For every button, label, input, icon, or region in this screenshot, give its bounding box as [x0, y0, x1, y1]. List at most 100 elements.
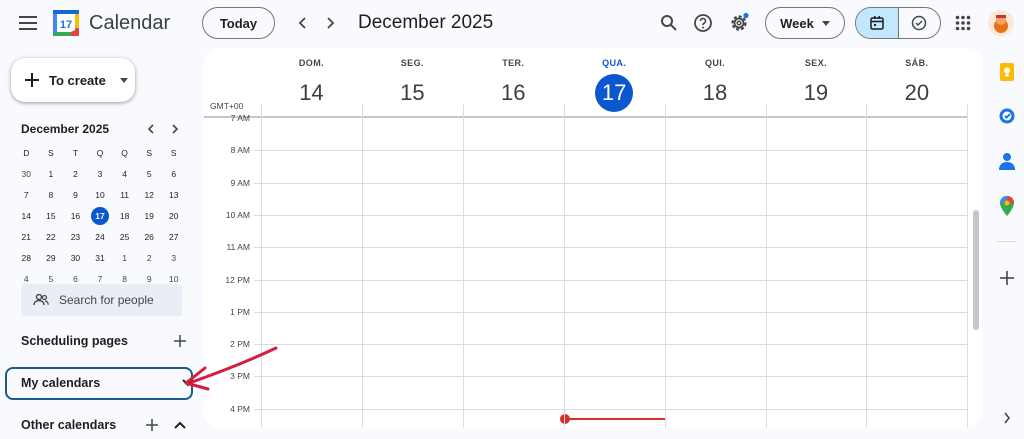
mini-calendar-day[interactable]: 8: [39, 184, 64, 205]
day-number[interactable]: 15: [393, 74, 431, 112]
mini-calendar-day[interactable]: 17: [88, 205, 113, 226]
next-period-icon[interactable]: [317, 10, 343, 36]
view-selector-label: Week: [780, 15, 814, 31]
day-column-divider: [261, 118, 262, 428]
mini-calendar-day-number: 5: [48, 273, 54, 284]
settings-gear-icon[interactable]: [726, 10, 752, 36]
day-number[interactable]: 16: [494, 74, 532, 112]
mini-calendar-day[interactable]: 3: [88, 163, 113, 184]
mini-calendar-day[interactable]: 29: [39, 247, 64, 268]
mini-calendar-day-number: 21: [21, 231, 32, 242]
mini-calendar-day[interactable]: 15: [39, 205, 64, 226]
day-column-divider: [765, 118, 767, 428]
previous-period-icon[interactable]: [290, 10, 316, 36]
mini-calendar-day[interactable]: 11: [112, 184, 137, 205]
calendar-view-icon[interactable]: [856, 8, 899, 38]
mini-calendar-next-icon[interactable]: [166, 120, 184, 138]
mini-calendar-day[interactable]: 2: [137, 247, 162, 268]
day-column-header[interactable]: QUA. 17: [564, 48, 665, 118]
mini-calendar-day[interactable]: 26: [137, 226, 162, 247]
create-button-label: To create: [49, 72, 106, 88]
mini-calendar-day[interactable]: 12: [137, 184, 162, 205]
mini-calendar-day-number: 7: [97, 273, 103, 284]
help-icon[interactable]: [690, 10, 716, 36]
day-name-label: TER.: [502, 58, 525, 68]
mini-calendar-day[interactable]: 27: [161, 226, 186, 247]
mini-calendar-day[interactable]: 4: [112, 163, 137, 184]
mini-calendar-day[interactable]: 16: [63, 205, 88, 226]
apps-grid-icon[interactable]: [950, 10, 976, 36]
mini-calendar-day[interactable]: 31: [88, 247, 113, 268]
today-button[interactable]: Today: [202, 7, 275, 39]
mini-calendar-day[interactable]: 30: [14, 163, 39, 184]
mini-calendar-day[interactable]: 5: [137, 163, 162, 184]
day-number[interactable]: 18: [696, 74, 734, 112]
mini-calendar-day-number: 8: [48, 189, 54, 200]
main-menu-icon[interactable]: [14, 10, 42, 36]
today-date-circle[interactable]: 17: [595, 74, 634, 112]
day-number[interactable]: 20: [898, 74, 936, 112]
expand-panel-icon[interactable]: [996, 407, 1018, 429]
day-column-header[interactable]: SEX. 19: [766, 48, 867, 118]
mini-calendar-day[interactable]: 13: [161, 184, 186, 205]
mini-calendar-day-number: 6: [171, 168, 177, 179]
mini-calendar-day[interactable]: 7: [14, 184, 39, 205]
add-other-calendar-plus-icon[interactable]: [146, 419, 158, 431]
mini-calendar-day-number: 3: [171, 252, 177, 263]
day-column-header[interactable]: SÁB. 20: [866, 48, 967, 118]
mini-calendar-day[interactable]: 1: [39, 163, 64, 184]
vertical-scrollbar[interactable]: [973, 210, 979, 330]
mini-calendar-day-number: 18: [119, 210, 130, 221]
my-calendars-section[interactable]: My calendars: [21, 376, 194, 390]
mini-calendar-day[interactable]: 21: [14, 226, 39, 247]
mini-calendar-day-number: 29: [46, 252, 56, 263]
day-column-header[interactable]: SEG. 15: [362, 48, 463, 118]
mini-calendar-day-number: 3: [97, 168, 103, 179]
mini-calendar-day[interactable]: 19: [137, 205, 162, 226]
mini-calendar-day[interactable]: 28: [14, 247, 39, 268]
header-column-divider: [462, 104, 464, 118]
app-title[interactable]: Calendar: [89, 12, 170, 35]
scheduling-pages-label[interactable]: Scheduling pages: [21, 334, 128, 348]
day-number[interactable]: 14: [292, 74, 330, 112]
account-avatar[interactable]: [988, 10, 1014, 36]
keep-icon[interactable]: [996, 61, 1018, 83]
mini-calendar-day[interactable]: 23: [63, 226, 88, 247]
day-name-label: SEX.: [804, 58, 827, 68]
mini-calendar-day[interactable]: 3: [161, 247, 186, 268]
day-column-header[interactable]: QUI. 18: [665, 48, 766, 118]
view-selector[interactable]: Week: [765, 7, 845, 39]
mini-calendar-day[interactable]: 22: [39, 226, 64, 247]
mini-calendar-day[interactable]: 2: [63, 163, 88, 184]
mini-calendar-day[interactable]: 6: [161, 163, 186, 184]
search-people-field[interactable]: Search for people: [21, 284, 182, 316]
mini-calendar-prev-icon[interactable]: [142, 120, 160, 138]
mini-calendar-day[interactable]: 30: [63, 247, 88, 268]
tasks-icon[interactable]: [996, 105, 1018, 127]
mini-calendar-day[interactable]: 24: [88, 226, 113, 247]
day-number[interactable]: 19: [797, 74, 835, 112]
mini-calendar-day[interactable]: 25: [112, 226, 137, 247]
create-button[interactable]: To create: [11, 58, 135, 102]
add-scheduling-page-plus-icon[interactable]: [174, 335, 186, 347]
mini-calendar-day-number: 31: [95, 252, 105, 263]
search-icon[interactable]: [656, 10, 682, 36]
mini-calendar-day-number: 7: [23, 189, 29, 200]
day-column-header[interactable]: TER. 16: [463, 48, 564, 118]
mini-calendar-day[interactable]: 14: [14, 205, 39, 226]
mini-calendar-day-number: 27: [169, 231, 179, 242]
mini-calendar-day[interactable]: 1: [112, 247, 137, 268]
mini-calendar-day[interactable]: 20: [161, 205, 186, 226]
contacts-icon[interactable]: [996, 150, 1018, 172]
other-calendars-label[interactable]: Other calendars: [21, 418, 116, 432]
day-column-header[interactable]: DOM. 14: [261, 48, 362, 118]
chevron-up-icon[interactable]: [174, 421, 186, 429]
mini-calendar-day[interactable]: 18: [112, 205, 137, 226]
mini-calendar-day[interactable]: 9: [63, 184, 88, 205]
mini-calendar-day[interactable]: 10: [88, 184, 113, 205]
chevron-down-icon[interactable]: [182, 379, 194, 387]
maps-icon[interactable]: [996, 195, 1018, 217]
add-addon-icon[interactable]: [996, 267, 1018, 289]
week-view-panel: GMT+00 DOM. 14 SEG. 15 TER. 16 QUA. 17 QUI. 18 SEX…: [204, 48, 982, 428]
tasks-view-icon[interactable]: [899, 8, 941, 38]
